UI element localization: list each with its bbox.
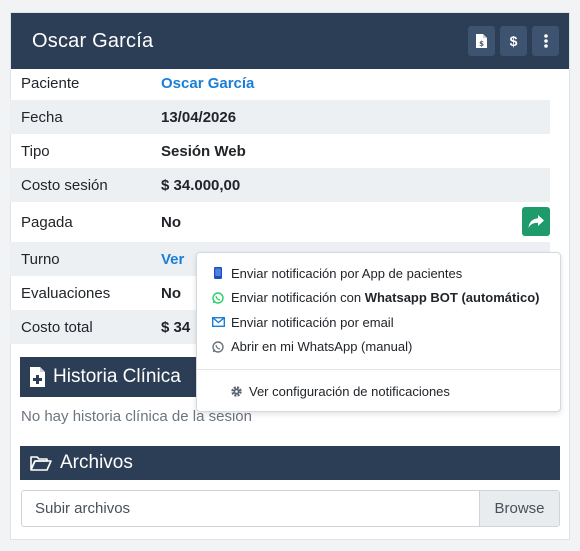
menu-item-whatsapp-manual[interactable]: Abrir en mi WhatsApp (manual): [197, 335, 560, 360]
card-header: Oscar García $ $: [11, 13, 569, 69]
menu-label-whatsapp-bot: Enviar notificación con Whatsapp BOT (au…: [231, 290, 539, 305]
menu-label-email: Enviar notificación por email: [231, 314, 394, 330]
mobile-icon: [214, 267, 222, 280]
menu-divider: [197, 369, 560, 370]
label-evaluaciones: Evaluaciones: [21, 284, 111, 302]
header-actions: $ $: [468, 26, 559, 56]
file-medical-icon: [30, 367, 45, 387]
archivos-title: Archivos: [60, 452, 133, 473]
label-turno: Turno: [21, 250, 60, 268]
menu-label-app: Enviar notificación por App de pacientes: [231, 265, 463, 281]
patient-link[interactable]: Oscar García: [161, 75, 254, 92]
historia-clinica-title: Historia Clínica: [53, 366, 181, 387]
value-costo-sesion: $ 34.000,00: [161, 176, 241, 194]
whatsapp-icon: [212, 292, 224, 304]
row-costo-sesion: Costo sesión $ 34.000,00: [10, 168, 550, 202]
label-paciente: Paciente: [21, 74, 80, 92]
menu-label-whatsapp-bold: Whatsapp BOT (automático): [364, 290, 540, 306]
whatsapp-icon: [212, 341, 224, 353]
value-fecha: 13/04/2026: [161, 108, 237, 126]
menu-item-email[interactable]: Enviar notificación por email: [197, 310, 560, 335]
menu-item-whatsapp-bot[interactable]: Enviar notificación con Whatsapp BOT (au…: [197, 286, 560, 311]
svg-text:$: $: [479, 40, 484, 48]
payment-button[interactable]: $: [500, 26, 527, 56]
turno-link[interactable]: Ver: [161, 251, 184, 268]
invoice-icon: $: [476, 34, 487, 48]
label-costo-sesion: Costo sesión: [21, 176, 108, 194]
more-vertical-icon: [543, 34, 548, 48]
label-pagada: Pagada: [21, 213, 73, 231]
share-icon: [528, 214, 544, 228]
menu-label-whatsapp-prefix: Enviar notificación con: [231, 290, 365, 306]
menu-label-whatsapp-manual: Abrir en mi WhatsApp (manual): [231, 339, 413, 355]
browse-button[interactable]: Browse: [479, 491, 559, 526]
label-costo-total: Costo total: [21, 318, 93, 336]
gear-icon: [230, 386, 242, 397]
row-tipo: Tipo Sesión Web: [10, 134, 550, 168]
file-upload-input[interactable]: Subir archivos Browse: [21, 490, 560, 527]
patient-title: Oscar García: [32, 29, 154, 52]
archivos-header[interactable]: Archivos: [20, 446, 560, 480]
more-options-button[interactable]: [532, 26, 559, 56]
menu-item-config[interactable]: Ver configuración de notificaciones: [197, 379, 560, 404]
menu-item-app-notification[interactable]: Enviar notificación por App de pacientes: [197, 261, 560, 286]
share-button[interactable]: [522, 207, 550, 236]
notification-dropdown-menu: Enviar notificación por App de pacientes…: [196, 252, 561, 412]
row-pagada: Pagada No: [10, 202, 550, 242]
menu-label-config: Ver configuración de notificaciones: [249, 383, 450, 399]
folder-open-icon: [30, 456, 52, 471]
label-tipo: Tipo: [21, 142, 50, 160]
row-fecha: Fecha 13/04/2026: [10, 100, 550, 134]
value-pagada: No: [161, 213, 181, 231]
value-evaluaciones: No: [161, 284, 181, 302]
invoice-button[interactable]: $: [468, 26, 495, 56]
label-fecha: Fecha: [21, 108, 63, 126]
envelope-icon: [211, 317, 225, 328]
row-paciente: Paciente Oscar García: [10, 66, 550, 100]
dollar-icon: $: [509, 33, 518, 49]
file-upload-placeholder[interactable]: Subir archivos: [22, 491, 479, 526]
value-costo-total: $ 34: [161, 318, 191, 336]
value-tipo: Sesión Web: [161, 142, 246, 160]
